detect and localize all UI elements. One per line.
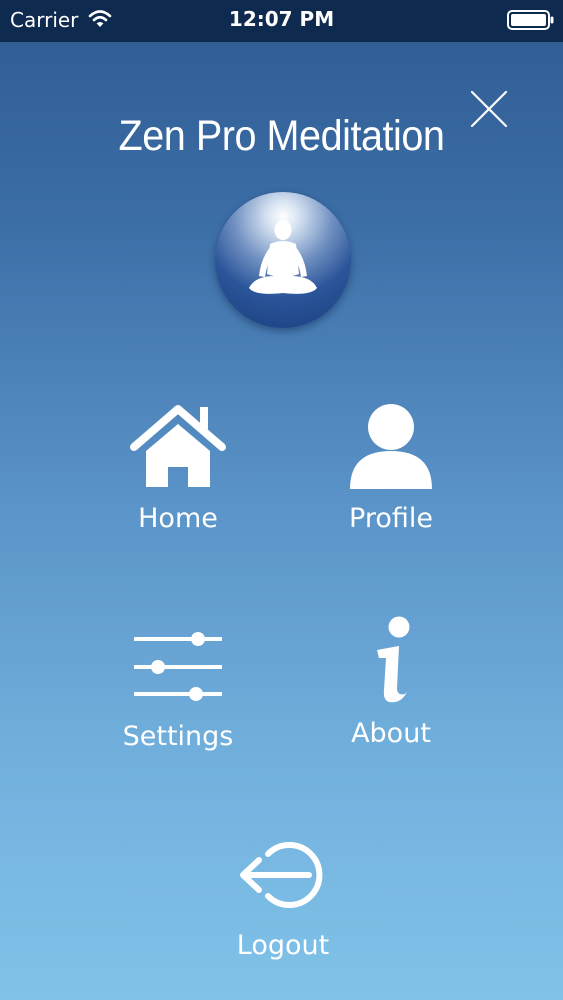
meditation-figure-icon — [249, 220, 317, 294]
menu-item-settings[interactable]: Settings — [88, 626, 268, 766]
app-title: Zen Pro Meditation — [118, 112, 445, 160]
user-icon — [350, 404, 432, 489]
menu-item-home[interactable]: Home — [88, 403, 268, 543]
menu-item-profile[interactable]: Profile — [301, 403, 481, 543]
sliders-icon — [134, 632, 222, 701]
app-logo — [215, 192, 351, 328]
status-time: 12:07 PM — [228, 7, 335, 31]
menu-item-logout[interactable]: Logout — [193, 838, 373, 968]
menu-label-profile: Profile — [349, 503, 433, 534]
battery-icon — [507, 10, 554, 30]
info-icon — [377, 616, 410, 703]
menu-item-about[interactable]: About — [301, 614, 481, 764]
side-menu-screen: Carrier 12:07 PM Zen Pro Meditation Home… — [0, 0, 563, 1000]
menu-label-settings: Settings — [122, 721, 234, 752]
status-bar: Carrier 12:07 PM — [0, 0, 563, 42]
menu-label-home: Home — [138, 503, 218, 534]
menu-label-logout: Logout — [236, 930, 330, 961]
home-icon — [130, 405, 226, 487]
menu-label-about: About — [351, 718, 431, 749]
logout-icon — [240, 842, 323, 908]
